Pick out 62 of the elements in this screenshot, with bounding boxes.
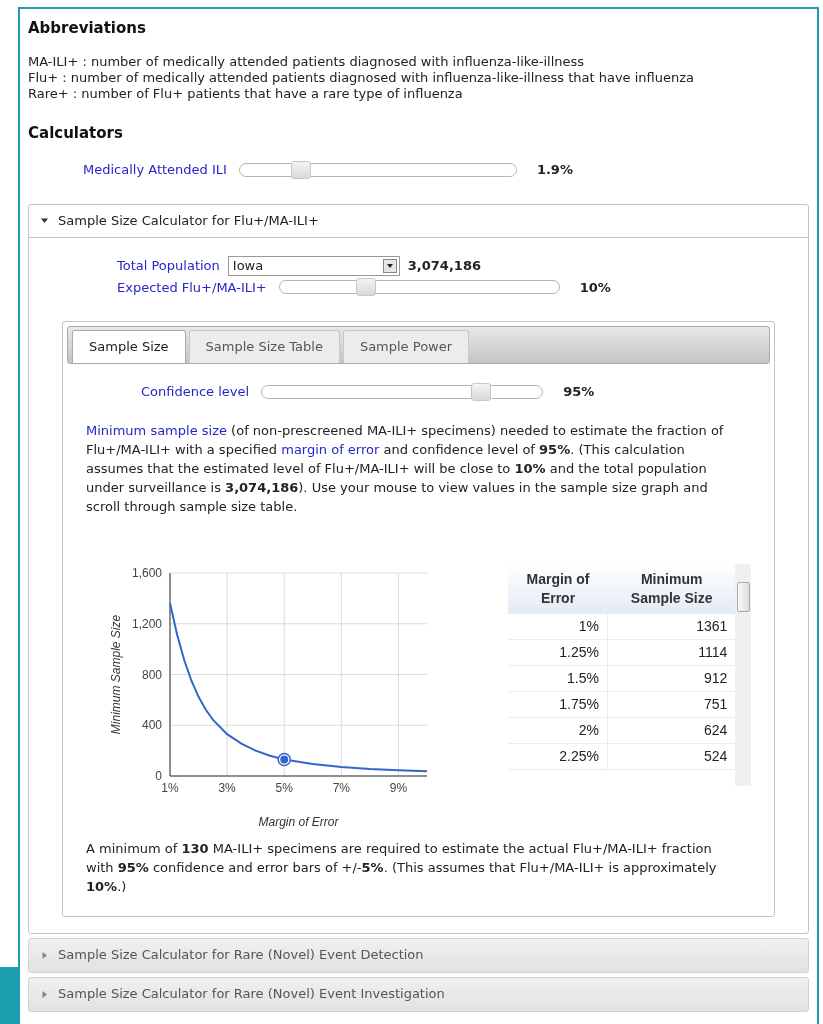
section-header[interactable]: Sample Size Calculator for Rare (Novel) Event Investigation <box>28 976 809 1012</box>
y-tick-label: 400 <box>141 717 162 732</box>
x-tick-label: 5% <box>275 780 293 795</box>
x-tick-label: 1% <box>161 780 179 795</box>
table-cell: 2% <box>508 717 608 743</box>
column-header[interactable]: Margin of Error <box>508 563 608 614</box>
abbreviation-line: Flu+ : number of medically attended patients diagnosed with influenza-like-illness that have influenza <box>28 69 696 86</box>
help-link[interactable]: margin of error <box>281 441 380 457</box>
section-title[interactable]: Sample Size Calculator for Rare (Novel) Event Detection <box>58 945 424 965</box>
tab[interactable]: Sample Size <box>72 330 186 363</box>
abbreviation-line: MA-ILI+ : number of medically attended patients diagnosed with influenza-like-illness <box>28 53 586 70</box>
point-marker[interactable] <box>277 752 291 766</box>
table-cell: 2.25% <box>508 743 608 769</box>
calculators-heading: Calculators <box>28 122 124 144</box>
slider-thumb[interactable] <box>470 382 491 401</box>
tab[interactable]: Sample Power <box>342 330 470 363</box>
scrollbar[interactable] <box>735 563 751 786</box>
slider-reading: 95% <box>563 383 595 401</box>
column-header[interactable]: Minimum Sample Size <box>608 563 736 614</box>
help-link[interactable]: Minimum sample size <box>86 422 227 438</box>
slider-label: Confidence level <box>141 383 250 401</box>
section-header[interactable]: Sample Size Calculator for Rare (Novel) Event Detection <box>28 937 809 973</box>
slider-reading: 10% <box>579 278 611 297</box>
x-tick-label: 9% <box>389 780 408 795</box>
y-axis-title: Minimum Sample Size <box>109 614 123 734</box>
population-value: 3,074,186 <box>407 256 481 275</box>
y-tick-label: 0 <box>155 768 162 783</box>
y-tick-label: 1,200 <box>131 616 162 631</box>
table-cell: 1.25% <box>508 639 608 665</box>
tab[interactable]: Sample Size Table <box>188 330 340 363</box>
table-cell-text: 1361 <box>695 616 729 636</box>
table-cell: 1.75% <box>508 691 608 717</box>
slider-reading: 1.9% <box>536 161 573 179</box>
section-title[interactable]: Sample Size Calculator for Flu+/MA-ILI+ <box>58 210 319 231</box>
x-axis-title: Margin of Error <box>258 814 339 829</box>
expected-slider[interactable] <box>278 280 560 295</box>
slider-thumb[interactable] <box>356 278 377 297</box>
description-text: Minimum sample size (of non-prescreened MA-ILI+ specimens) needed to estimate the fraction of Flu+/MA-ILI+ with a specified margin of error and confidence level of 95%. (This calculation assumes that the estimated level of Flu+/MA-ILI+ will be close to 10% and the total population under surveillance is 3,074,186). Use your mouse to view values in the sample size graph and scroll through sample size table. <box>86 421 725 516</box>
table-cell-text: 524 <box>702 746 729 766</box>
table-cell-text: 751 <box>702 694 729 714</box>
table-cell-text: 1114 <box>697 642 729 662</box>
population-label: Total Population <box>117 256 220 275</box>
y-tick-label: 1,600 <box>131 565 162 580</box>
x-tick-label: 3% <box>218 780 236 795</box>
y-tick-label: 800 <box>141 667 162 681</box>
result-text: A minimum of 130 MA-ILI+ specimens are required to estimate the actual Flu+/MA-ILI+ fraction with 95% confidence and error bars of +/-5%. (This assumes that Flu+/MA-ILI+ is approximately 10%.) <box>86 839 718 896</box>
section-title[interactable]: Sample Size Calculator for Rare (Novel) Event Investigation <box>58 984 445 1004</box>
table-cell-text: 624 <box>702 720 729 740</box>
abbreviations-heading: Abbreviations <box>28 18 147 39</box>
table-cell: 1.5% <box>508 665 608 691</box>
dropdown-icon <box>382 258 397 273</box>
slider-thumb[interactable] <box>290 160 311 179</box>
x-tick-label: 7% <box>332 780 350 795</box>
slider-label: Medically Attended ILI <box>83 161 227 179</box>
population-select[interactable]: Iowa <box>227 255 400 276</box>
abbreviation-line: Rare+ : number of Flu+ patients that have a rare type of influenza <box>28 85 464 102</box>
table-cell: 1% <box>508 613 608 639</box>
ili-slider[interactable] <box>238 162 517 177</box>
confidence-slider[interactable] <box>261 384 544 399</box>
slider-label: Expected Flu+/MA-ILI+ <box>117 278 267 297</box>
table-cell-text: 912 <box>702 668 729 688</box>
scroll-thumb[interactable] <box>736 581 750 612</box>
